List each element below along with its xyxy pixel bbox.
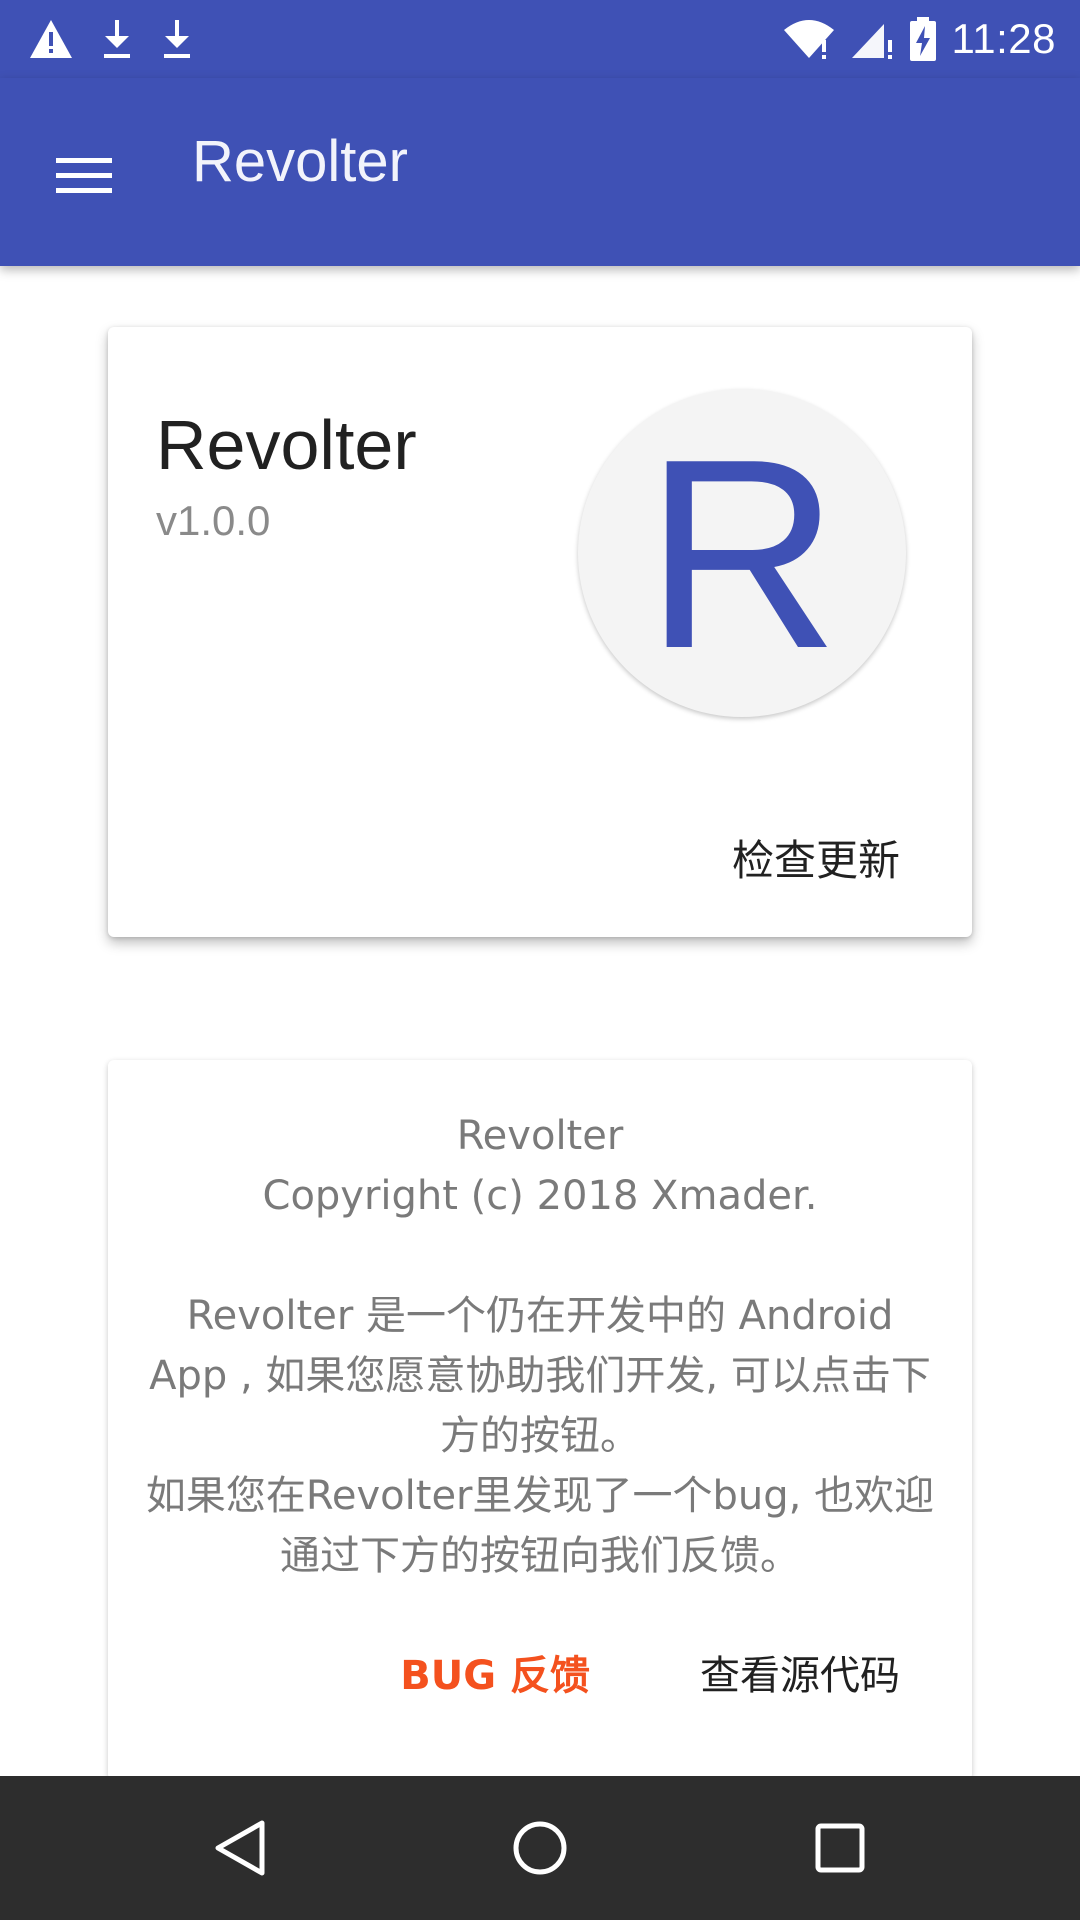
wifi-icon bbox=[782, 18, 836, 60]
copyright-text: Copyright (c) 2018 Xmader. bbox=[262, 1173, 818, 1219]
info-app-name: Revolter bbox=[456, 1113, 624, 1159]
home-button[interactable] bbox=[504, 1812, 576, 1884]
app-name: Revolter bbox=[156, 406, 417, 484]
recents-icon bbox=[812, 1820, 868, 1876]
home-icon bbox=[510, 1818, 570, 1878]
recents-button[interactable] bbox=[804, 1812, 876, 1884]
warning-icon bbox=[28, 18, 74, 60]
status-bar: 11:28 bbox=[0, 0, 1080, 78]
info-actions: BUG 反馈 查看源代码 bbox=[400, 1643, 900, 1701]
signal-icon bbox=[850, 18, 894, 60]
app-title: Revolter bbox=[192, 129, 408, 194]
status-right-icons: 11:28 bbox=[782, 14, 1057, 64]
back-button[interactable] bbox=[204, 1812, 276, 1884]
bug-paragraph: 如果您在Revolter里发现了一个bug, 也欢迎通过下方的按钮向我们反馈。 bbox=[145, 1473, 935, 1579]
download-icon bbox=[160, 18, 194, 60]
app-bar: Revolter bbox=[0, 78, 1080, 266]
download-icon bbox=[100, 18, 134, 60]
navigation-bar bbox=[0, 1776, 1080, 1920]
battery-charging-icon bbox=[908, 16, 938, 62]
check-update-button[interactable]: 检查更新 bbox=[732, 827, 900, 888]
back-icon bbox=[210, 1817, 270, 1879]
logo-letter: R bbox=[644, 404, 840, 705]
app-version: v1.0.0 bbox=[156, 497, 271, 544]
about-card: Revolter v1.0.0 R 检查更新 bbox=[108, 327, 972, 937]
info-text: Revolter Copyright (c) 2018 Xmader. Revo… bbox=[144, 1106, 936, 1586]
view-source-button[interactable]: 查看源代码 bbox=[700, 1643, 900, 1701]
menu-icon bbox=[56, 156, 112, 196]
info-card: Revolter Copyright (c) 2018 Xmader. Revo… bbox=[108, 1060, 972, 1780]
app-logo: R bbox=[578, 389, 906, 717]
menu-button[interactable] bbox=[40, 132, 128, 220]
bug-feedback-button[interactable]: BUG 反馈 bbox=[400, 1643, 590, 1701]
status-left-icons bbox=[28, 14, 194, 64]
status-time: 11:28 bbox=[951, 15, 1056, 62]
development-paragraph: Revolter 是一个仍在开发中的 Android App , 如果您愿意协助… bbox=[149, 1293, 931, 1459]
